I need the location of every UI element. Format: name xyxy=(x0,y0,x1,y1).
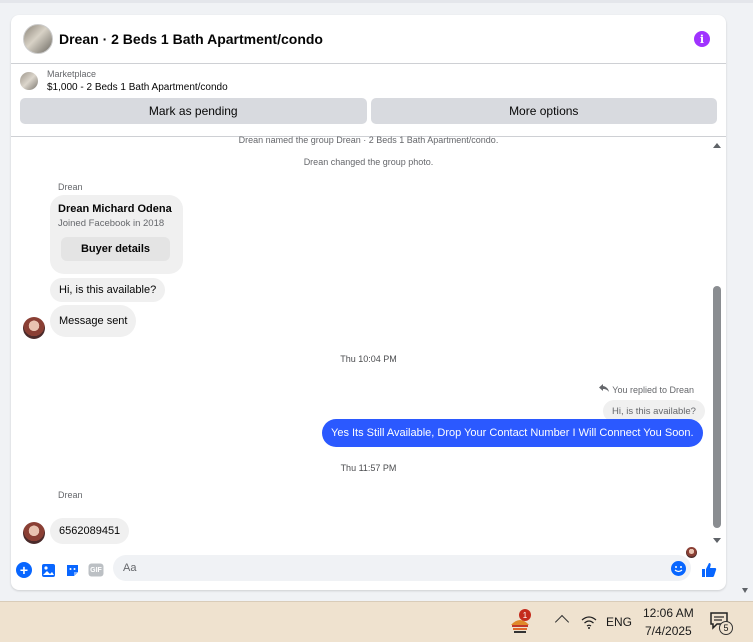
chevron-up-icon[interactable] xyxy=(554,614,570,630)
message-input[interactable]: Aa xyxy=(113,555,691,581)
timestamp: Thu 11:57 PM xyxy=(340,463,397,473)
emoji-icon[interactable] xyxy=(671,561,686,576)
app-badge: 1 xyxy=(519,609,531,621)
page-scroll-down-icon[interactable] xyxy=(742,588,748,593)
scroll-up-icon[interactable] xyxy=(713,143,721,148)
plus-icon[interactable]: + xyxy=(16,562,32,578)
buyer-joined: Joined Facebook in 2018 xyxy=(58,218,165,229)
sender-avatar[interactable] xyxy=(23,522,45,544)
scroll-thumb[interactable] xyxy=(713,286,721,528)
reply-indicator: You replied to Drean xyxy=(599,384,694,395)
outgoing-message[interactable]: Yes Its Still Available, Drop Your Conta… xyxy=(322,419,703,447)
chat-title[interactable]: Drean · 2 Beds 1 Bath Apartment/condo xyxy=(59,31,323,47)
group-avatar[interactable] xyxy=(23,24,53,54)
message-list: Drean named the group Drean · 2 Beds 1 B… xyxy=(11,135,726,558)
language-indicator[interactable]: ENG xyxy=(606,615,632,629)
listing-actions: Mark as pending More options xyxy=(11,98,726,124)
marketplace-label: Marketplace xyxy=(47,69,97,79)
listing-thumbnail xyxy=(20,72,38,90)
scroll-down-icon[interactable] xyxy=(713,538,721,543)
photo-icon[interactable] xyxy=(40,562,56,578)
timestamp: Thu 10:04 PM xyxy=(340,354,397,364)
chat-header: Drean · 2 Beds 1 Bath Apartment/condo i xyxy=(11,15,726,64)
mark-pending-button[interactable]: Mark as pending xyxy=(20,98,367,124)
gif-label: GIF xyxy=(90,566,102,574)
clock-time[interactable]: 12:06 AM xyxy=(643,606,694,620)
sender-name: Drean xyxy=(58,490,83,500)
reply-label: You replied to Drean xyxy=(612,384,694,395)
incoming-message[interactable]: Message sent xyxy=(50,305,137,337)
chat-window: Drean · 2 Beds 1 Bath Apartment/condo i … xyxy=(11,15,726,590)
taskbar: 1 ENG 12:06 AM 7/4/2025 5 xyxy=(0,601,753,642)
buyer-name: Drean Michard Odena xyxy=(58,203,172,215)
info-icon[interactable]: i xyxy=(694,31,710,47)
message-scrollbar[interactable] xyxy=(712,143,722,543)
composer: + GIF Aa xyxy=(11,550,726,590)
incoming-message[interactable]: Hi, is this available? xyxy=(50,278,166,302)
browser-top-edge xyxy=(0,0,753,3)
listing-title: $1,000 - 2 Beds 1 Bath Apartment/condo xyxy=(47,82,228,93)
like-icon[interactable] xyxy=(701,562,717,578)
buyer-card: Drean Michard Odena Joined Facebook in 2… xyxy=(50,195,183,274)
buyer-details-button[interactable]: Buyer details xyxy=(61,237,170,261)
sticker-icon[interactable] xyxy=(64,562,80,578)
system-message: Drean changed the group photo. xyxy=(303,157,434,167)
sender-avatar[interactable] xyxy=(23,317,45,339)
clock-date[interactable]: 7/4/2025 xyxy=(645,624,692,638)
gif-icon[interactable]: GIF xyxy=(88,562,104,578)
more-options-button[interactable]: More options xyxy=(370,98,717,124)
incoming-message[interactable]: 6562089451 xyxy=(50,518,130,544)
notification-count: 5 xyxy=(719,621,733,635)
marketplace-listing[interactable]: Marketplace $1,000 - 2 Beds 1 Bath Apart… xyxy=(11,64,726,98)
system-message: Drean named the group Drean · 2 Beds 1 B… xyxy=(238,135,499,145)
sender-name: Drean xyxy=(58,182,83,192)
wifi-icon[interactable] xyxy=(581,615,597,634)
reply-arrow-icon xyxy=(599,384,610,395)
